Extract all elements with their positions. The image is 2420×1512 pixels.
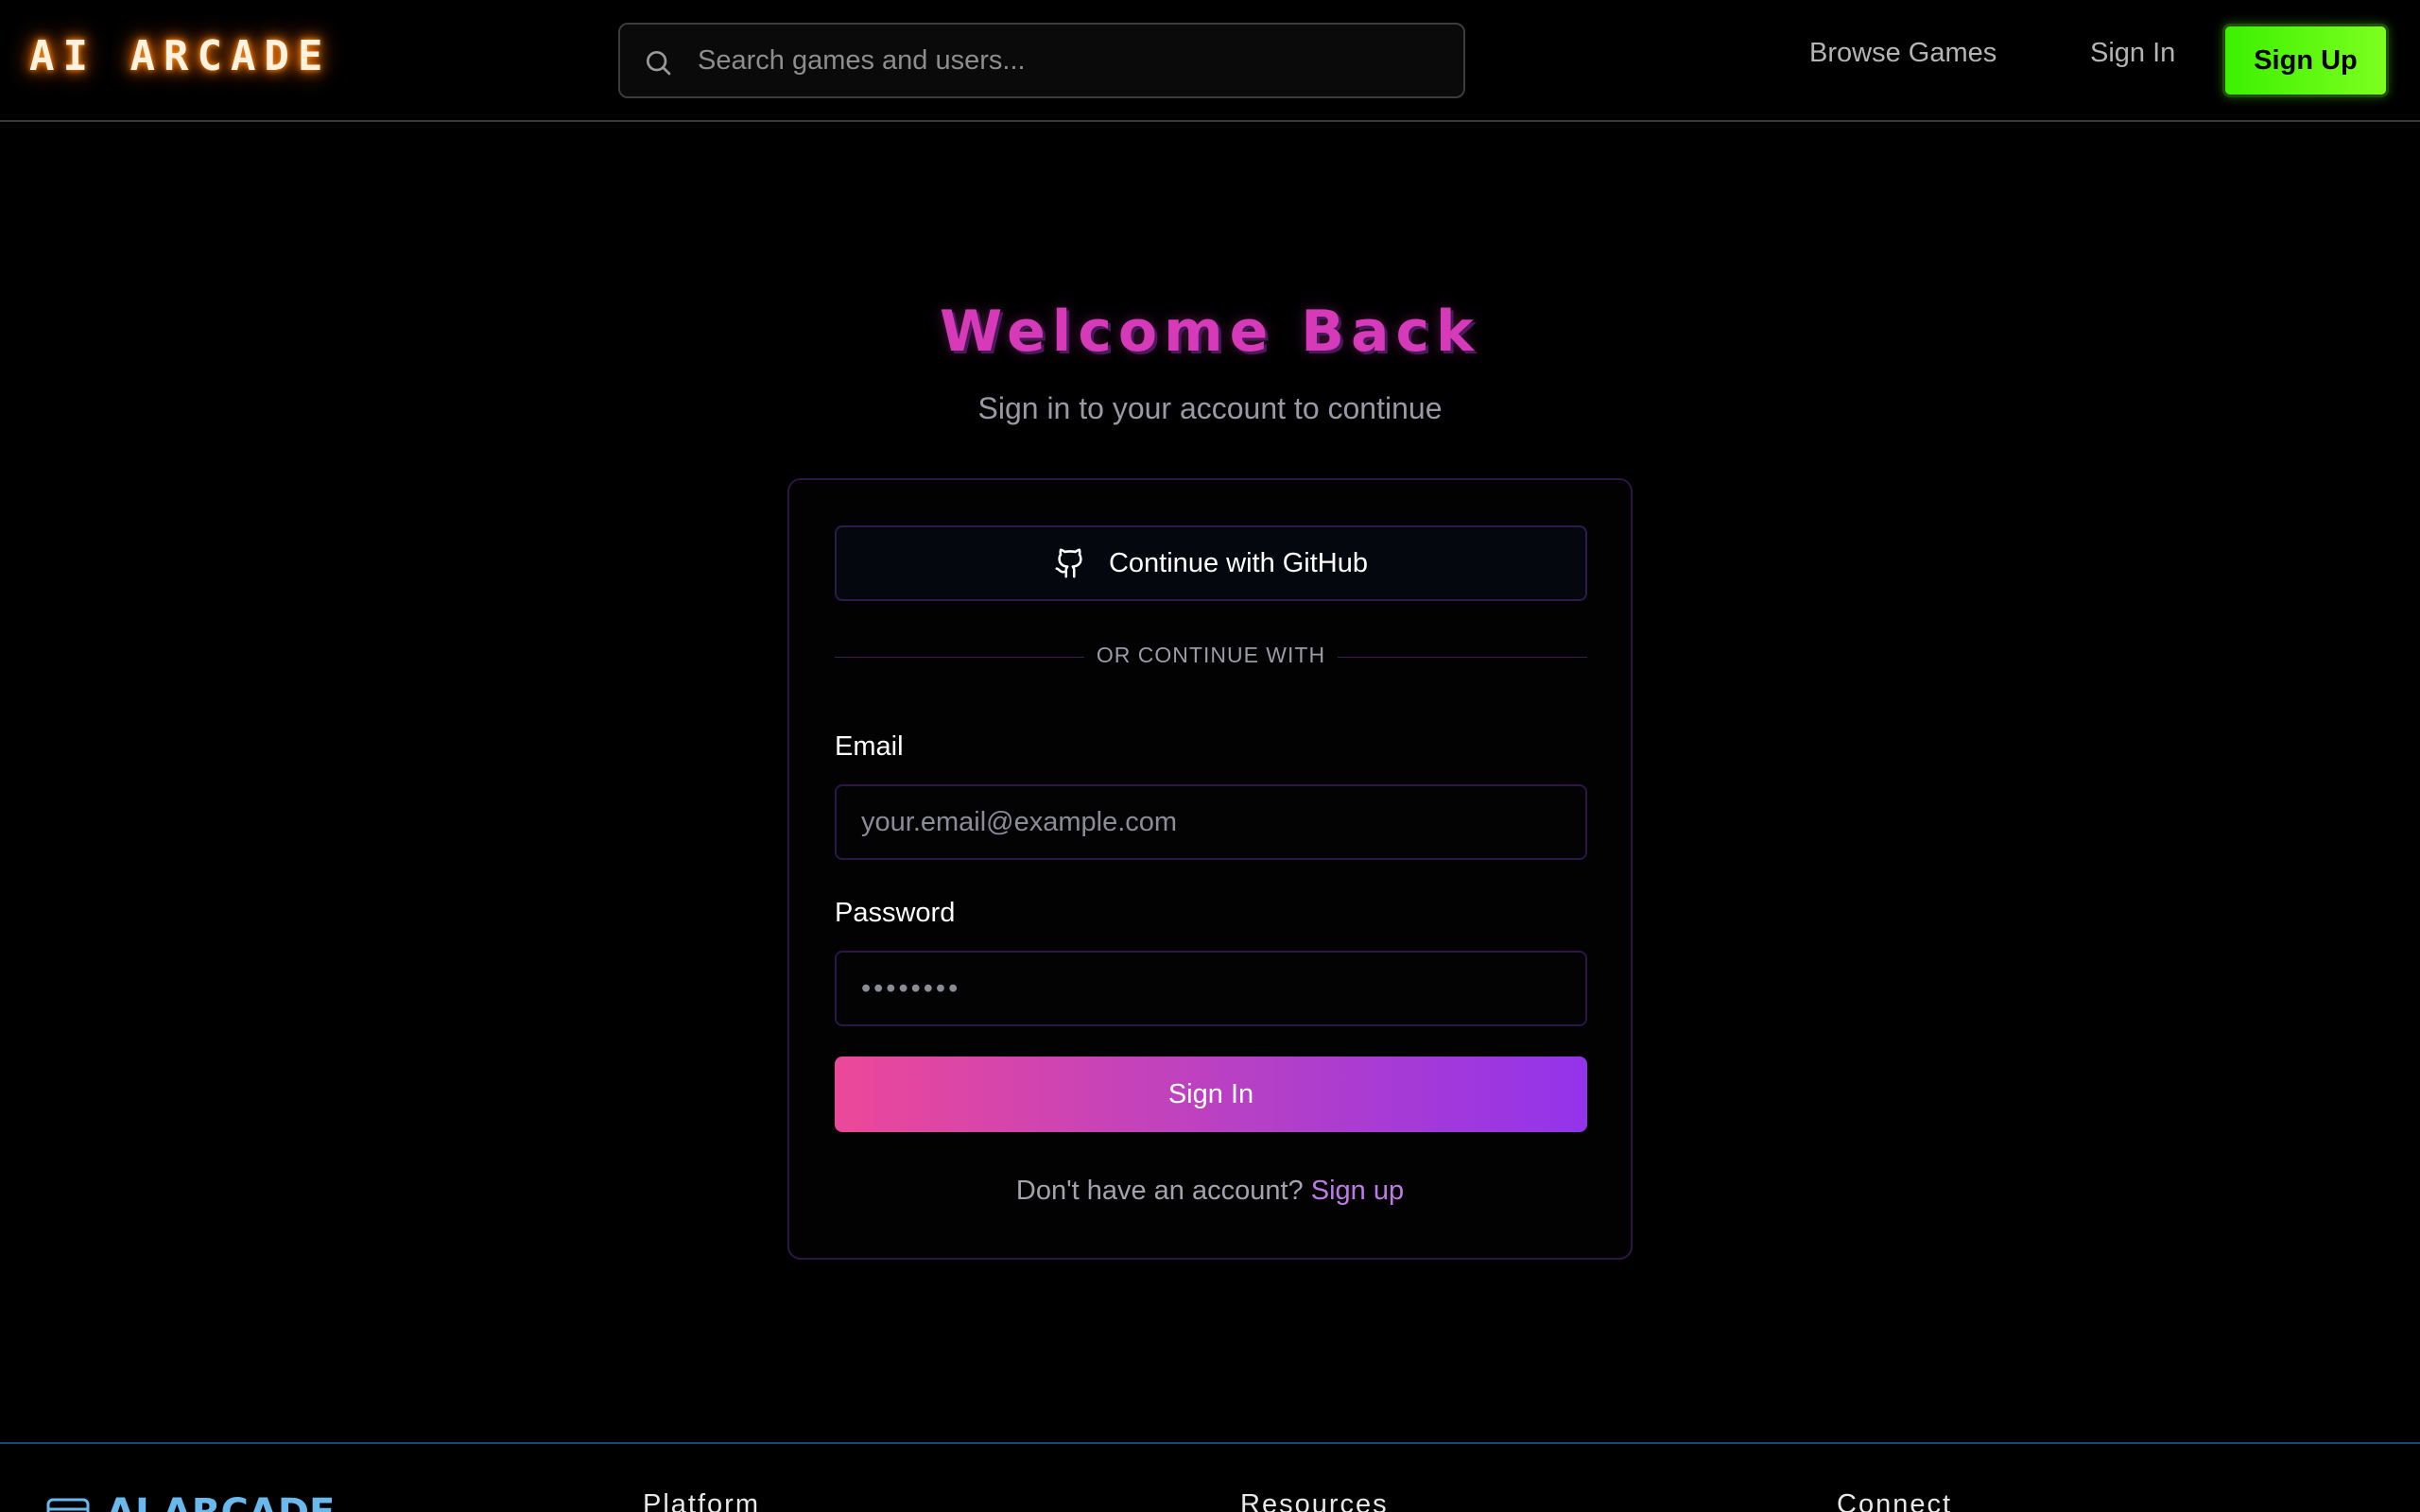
footer-heading-connect: Connect — [1837, 1489, 1953, 1512]
footer-brand[interactable]: AI ARCADE — [45, 1491, 335, 1512]
github-button-label: Continue with GitHub — [1108, 547, 1369, 578]
search-icon — [647, 51, 671, 76]
search-input[interactable] — [696, 25, 1443, 96]
no-account-prompt: Don't have an account? Sign up — [789, 1176, 1631, 1207]
github-login-button[interactable]: Continue with GitHub — [835, 525, 1587, 601]
top-navbar: AI ARCADE Browse Games Sign In Sign Up — [0, 0, 2420, 122]
divider-text: OR CONTINUE WITH — [1096, 643, 1326, 667]
email-field[interactable] — [835, 784, 1587, 860]
page-title: Welcome Back — [940, 299, 1480, 365]
sign-up-button[interactable]: Sign Up — [2222, 24, 2389, 97]
no-account-text: Don't have an account? — [1015, 1176, 1304, 1206]
site-logo[interactable]: AI ARCADE — [29, 32, 331, 80]
search-box[interactable] — [618, 23, 1465, 98]
login-card: Continue with GitHub OR CONTINUE WITH Em… — [787, 478, 1633, 1260]
gamepad-icon — [46, 1498, 90, 1512]
divider-line-left — [835, 657, 1084, 658]
password-field[interactable] — [835, 951, 1587, 1026]
site-footer: AI ARCADE Platform Resources Connect — [0, 1442, 2420, 1512]
divider-line-right — [1338, 657, 1587, 658]
nav-browse-games[interactable]: Browse Games — [1809, 38, 1996, 69]
or-divider: OR CONTINUE WITH — [835, 643, 1587, 671]
email-label: Email — [835, 731, 904, 762]
github-icon — [1055, 548, 1082, 578]
footer-heading-platform: Platform — [643, 1489, 760, 1512]
password-label: Password — [835, 898, 956, 928]
footer-brand-text: AI ARCADE — [106, 1491, 335, 1512]
footer-heading-resources: Resources — [1240, 1489, 1389, 1512]
page-subtitle: Sign in to your account to continue — [977, 391, 1443, 425]
nav-sign-in[interactable]: Sign In — [2090, 38, 2175, 69]
sign-in-submit-button[interactable]: Sign In — [835, 1057, 1587, 1132]
sign-up-link[interactable]: Sign up — [1311, 1176, 1404, 1206]
